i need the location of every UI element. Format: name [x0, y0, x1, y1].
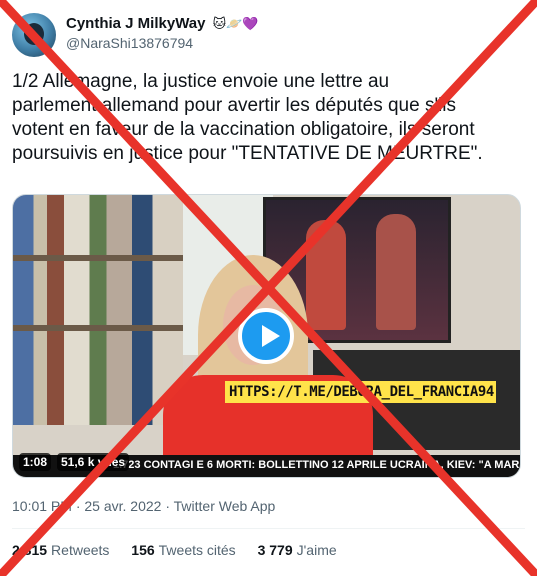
divider [12, 528, 525, 529]
bookshelf [13, 195, 183, 425]
quotes-label: Tweets cités [158, 542, 236, 558]
quotes-count: 156 [131, 542, 155, 558]
shelf-line [13, 255, 183, 261]
video-url-overlay: HTTPS://T.ME/DEBORA_DEL_FRANCIA94 [225, 381, 496, 403]
likes-stat[interactable]: 3 779 J'aime [258, 542, 337, 558]
retweets-stat[interactable]: 2 815 Retweets [12, 542, 113, 558]
retweets-count: 2 815 [12, 542, 48, 558]
avatar[interactable] [12, 13, 56, 57]
play-icon[interactable] [238, 308, 294, 364]
author-handle[interactable]: @NaraShi13876794 [66, 35, 193, 51]
emoji-icons: 🐱🪐💜 [212, 16, 259, 32]
tweet-meta: 10:01 PM · 25 avr. 2022 · Twitter Web Ap… [12, 498, 276, 514]
news-ticker-text: 1.723 CONTAGI E 6 MORTI: BOLLETTINO 12 A… [113, 459, 521, 471]
tweet-source[interactable]: Twitter Web App [174, 498, 276, 514]
tweet-date[interactable]: 25 avr. 2022 [84, 498, 161, 514]
video-player[interactable]: HTTPS://T.ME/DEBORA_DEL_FRANCIA94 1.723 … [12, 194, 521, 478]
author-name[interactable]: Cynthia J MilkyWay 🐱🪐💜 [66, 15, 259, 32]
likes-count: 3 779 [257, 542, 293, 558]
retweets-label: Retweets [51, 542, 110, 558]
video-views: 51,6 k vues [57, 453, 130, 471]
tweet-time[interactable]: 10:01 PM [12, 498, 72, 514]
tweet-stats: 2 815 Retweets 156 Tweets cités 3 779 J'aim… [12, 542, 355, 558]
author-name-text: Cynthia J MilkyWay [66, 15, 206, 32]
quotes-stat[interactable]: 156 Tweets cités [131, 542, 239, 558]
shelf-line [13, 325, 183, 331]
tweet-text: 1/2 Allemagne, la justice envoie une let… [12, 71, 483, 164]
avatar-face [24, 23, 44, 45]
likes-label: J'aime [296, 542, 337, 558]
video-duration: 1:08 [19, 453, 52, 471]
